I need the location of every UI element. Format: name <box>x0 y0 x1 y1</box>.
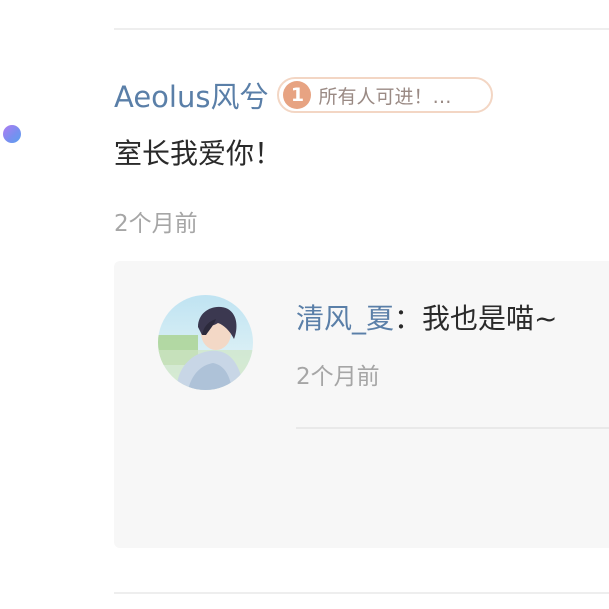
reply-divider <box>296 427 609 429</box>
reply-author-name[interactable]: 清风_夏 <box>296 302 394 335</box>
bottom-divider <box>114 592 609 594</box>
comment-author-name[interactable]: Aeolus风兮 <box>114 74 268 116</box>
avatar-illustration <box>158 295 253 390</box>
comment-thread: Aeolus风兮 1 所有人可进！… 室长我爱你！ 2个月前 清风_夏：我也是喵… <box>0 0 609 609</box>
comment-header: Aeolus风兮 1 所有人可进！… <box>114 74 494 116</box>
badge-level-number: 1 <box>283 81 312 109</box>
reply-container: 清风_夏：我也是喵~ 2个月前 <box>114 261 609 548</box>
badge-text: 所有人可进！… <box>318 85 452 108</box>
reply-text: 我也是喵~ <box>422 302 558 335</box>
top-divider <box>114 28 609 30</box>
comment-timestamp: 2个月前 <box>114 211 198 237</box>
reply-separator: ： <box>394 302 423 335</box>
reply-avatar[interactable] <box>158 295 253 390</box>
comment-text: 室长我爱你！ <box>114 137 283 170</box>
group-badge[interactable]: 1 所有人可进！… <box>277 77 494 113</box>
status-dot <box>3 125 21 143</box>
reply-timestamp: 2个月前 <box>296 364 380 390</box>
reply-content: 清风_夏：我也是喵~ <box>296 297 558 337</box>
